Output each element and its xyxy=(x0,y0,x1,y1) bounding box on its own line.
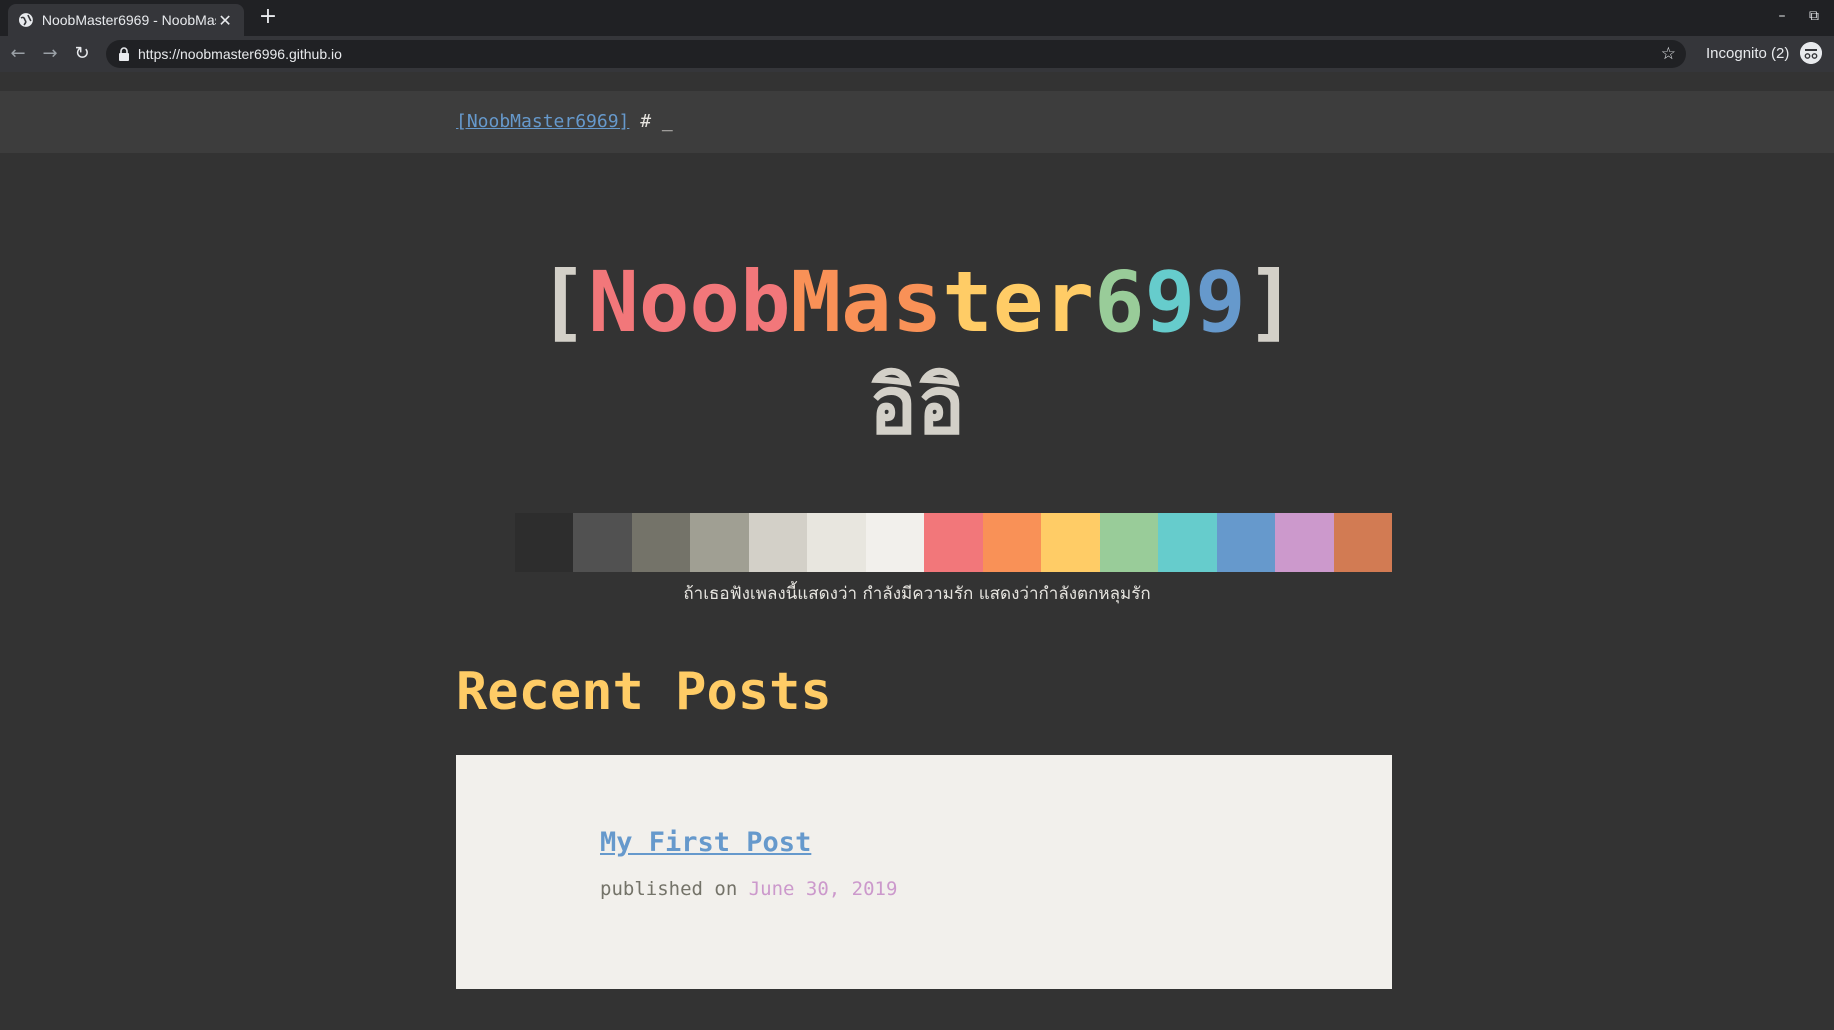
palette-swatch xyxy=(924,513,983,572)
palette-swatch xyxy=(865,513,925,572)
color-palette xyxy=(515,513,1393,572)
site-title-char: M xyxy=(790,253,842,351)
bookmark-star-icon[interactable]: ☆ xyxy=(1661,44,1676,64)
minimize-icon[interactable]: – xyxy=(1772,8,1792,28)
address-bar[interactable]: https://noobmaster6996.github.io ☆ xyxy=(106,40,1686,68)
palette-swatch xyxy=(1041,513,1100,572)
site-title-char: 6 xyxy=(1094,253,1145,351)
site-title: [NoobMaster699] xyxy=(0,252,1834,353)
palette-swatch xyxy=(748,513,808,572)
site-title-char: a xyxy=(841,253,892,351)
palette-swatch xyxy=(515,513,574,572)
site-title-char: 9 xyxy=(1144,253,1196,351)
new-tab-button[interactable]: + xyxy=(256,6,280,30)
post-date: June 30, 2019 xyxy=(748,878,898,900)
palette-swatch xyxy=(690,513,749,572)
site-subtitle: อิอิ xyxy=(868,359,966,452)
site-title-char: e xyxy=(992,253,1044,351)
incognito-label: Incognito (2) xyxy=(1706,45,1790,62)
site-title-char: N xyxy=(588,253,639,351)
reload-icon[interactable]: ↻ xyxy=(70,42,94,66)
palette-swatch xyxy=(1333,513,1393,572)
post-title-link[interactable]: My First Post xyxy=(600,827,811,858)
palette-swatch xyxy=(1275,513,1334,572)
tab-bar: NoobMaster6969 - NoobMaster6969 ✕ + – ⧉ xyxy=(0,0,1834,36)
site-title-char: [ xyxy=(537,253,589,351)
site-title-char: 9 xyxy=(1195,253,1246,351)
site-title-char: r xyxy=(1043,253,1095,351)
palette-swatch xyxy=(1216,513,1276,572)
restore-icon[interactable]: ⧉ xyxy=(1804,8,1824,28)
recent-posts-heading: Recent Posts xyxy=(456,662,832,722)
site-home-link[interactable]: [NoobMaster6969] xyxy=(456,111,629,132)
site-header: [NoobMaster6969] # _ xyxy=(0,91,1834,153)
palette-swatch xyxy=(631,513,691,572)
post-meta: published on June 30, 2019 xyxy=(600,878,897,900)
palette-swatch xyxy=(1099,513,1159,572)
site-title-char: o xyxy=(689,253,740,351)
post-card: My First Post published on June 30, 2019 xyxy=(456,755,1392,989)
browser-toolbar: ← → ↻ https://noobmaster6996.github.io ☆ xyxy=(0,36,1834,72)
palette-swatch xyxy=(573,513,632,572)
palette-swatch xyxy=(982,513,1042,572)
forward-arrow-icon[interactable]: → xyxy=(38,42,62,66)
prompt-suffix: # _ xyxy=(629,111,673,132)
incognito-icon[interactable] xyxy=(1800,42,1822,64)
site-title-char: ] xyxy=(1245,253,1297,351)
back-arrow-icon[interactable]: ← xyxy=(6,42,30,66)
published-prefix: published on xyxy=(600,878,749,900)
site-prompt: [NoobMaster6969] # _ xyxy=(456,111,673,132)
palette-swatch xyxy=(807,513,866,572)
lock-icon xyxy=(119,47,129,61)
page-content: [NoobMaster6969] # _ [NoobMaster699] อิอ… xyxy=(0,72,1834,1030)
site-title-char: b xyxy=(739,253,791,351)
tab-close-icon[interactable]: ✕ xyxy=(216,11,234,30)
palette-caption: ถ้าเธอฟังเพลงนี้แสดงว่า กำลังมีความรัก แ… xyxy=(683,584,1151,604)
palette-swatch xyxy=(1158,513,1217,572)
url-text: https://noobmaster6996.github.io xyxy=(138,46,342,62)
site-title-char: o xyxy=(638,253,690,351)
tab-title: NoobMaster6969 - NoobMaster6969 xyxy=(41,12,217,28)
globe-icon xyxy=(18,13,33,27)
site-title-char: s xyxy=(891,253,943,351)
browser-tab[interactable]: NoobMaster6969 - NoobMaster6969 ✕ xyxy=(8,4,244,36)
site-title-char: t xyxy=(942,253,993,351)
